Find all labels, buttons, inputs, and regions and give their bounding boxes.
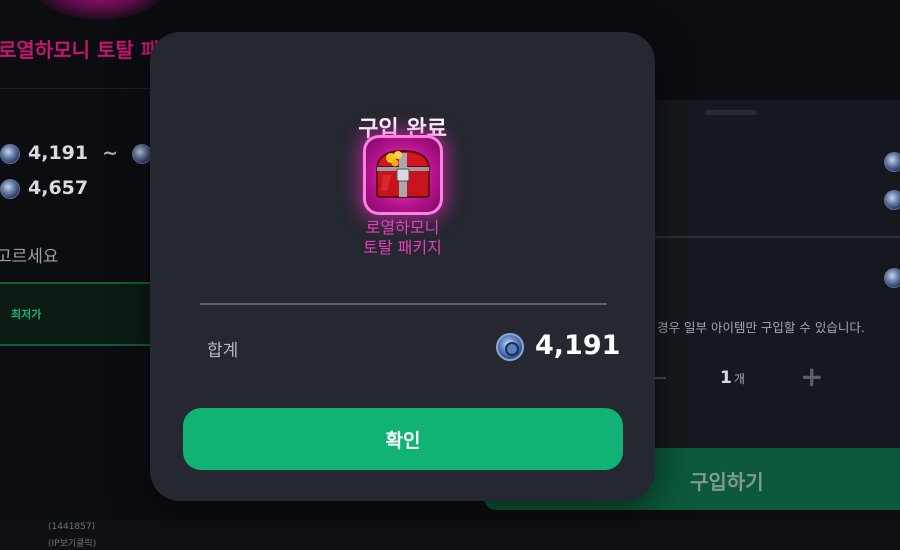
price-second-value: 4,657 [28, 177, 89, 199]
lowest-price-badge: 최저가 [11, 308, 42, 321]
price-tilde: ~ [102, 142, 119, 164]
purchase-notice: 경우 일부 아이템만 구입할 수 있습니다. [657, 320, 865, 335]
footer-link[interactable]: (IP보기클릭) [48, 536, 96, 549]
price-second: 4,657 [0, 177, 88, 199]
coin-icon [884, 152, 900, 172]
item-name-line2: 토탈 패키지 [363, 238, 442, 257]
divider [655, 236, 900, 238]
quantity-unit: 개 [733, 372, 745, 386]
price-min: 4,191 [28, 142, 89, 164]
drag-handle[interactable] [705, 110, 757, 115]
item-name: 로열하모니 토탈 패키지 [150, 218, 655, 258]
confirm-button[interactable]: 확인 [183, 408, 623, 470]
total-value: 4,191 [535, 330, 621, 361]
product-title: 로열하모니 토탈 패 [0, 38, 160, 62]
select-hint: 고르세요 [0, 247, 59, 267]
treasure-chest-icon [375, 149, 431, 198]
price-range: 4,191~4 [0, 142, 173, 164]
coin-icon [496, 333, 524, 361]
item-name-line1: 로열하모니 [365, 218, 440, 237]
coin-icon [884, 190, 900, 210]
product-image-glow [30, 0, 170, 20]
coin-icon [884, 268, 900, 288]
quantity-display: 1개 [720, 368, 745, 388]
coin-icon [0, 178, 20, 199]
total-label: 합계 [207, 341, 239, 361]
purchase-complete-dialog: 구입 완료 로열하모니 토탈 패키지 합계 4,191 확인 [150, 32, 655, 501]
footer-text: (1441857) [48, 522, 96, 532]
purchase-panel [655, 100, 900, 470]
increase-button[interactable]: + [800, 360, 823, 393]
quantity-value: 1 [720, 368, 732, 388]
divider [0, 88, 160, 89]
coin-icon [0, 143, 20, 164]
buy-button-label: 구입하기 [690, 470, 764, 494]
divider [200, 303, 607, 305]
footer-bar: (1441857) (IP보기클릭) [0, 520, 900, 550]
item-image [363, 135, 443, 215]
